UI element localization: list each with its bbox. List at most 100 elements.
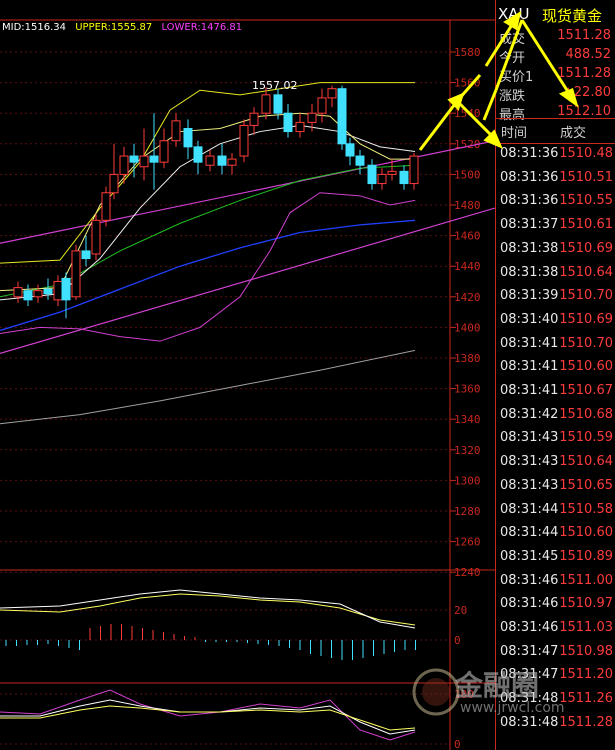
candle-body <box>129 155 139 163</box>
candle-body <box>53 281 63 301</box>
tick-price: 1510.48 <box>559 146 613 161</box>
ticks-header: 时间 成交 <box>496 118 615 144</box>
candle-body <box>337 88 347 145</box>
candle-body <box>183 128 193 148</box>
tick-time: 08:31:37 <box>500 217 559 233</box>
tick-time: 08:31:43 <box>500 430 559 446</box>
y-tick-label: 1420 <box>454 291 481 304</box>
quote-row: 成交 1511.28 <box>496 28 615 47</box>
candle-body <box>13 287 23 298</box>
y-tick-label: 1460 <box>454 230 481 243</box>
tick-time: 08:31:46 <box>500 620 559 635</box>
tick-row: 08:31:41 1510.67 <box>496 380 615 403</box>
kline-chart[interactable]: 1580156015401520150014801460144014201400… <box>0 0 495 750</box>
y-tick-label: 1440 <box>454 260 481 273</box>
y-tick-label: 1400 <box>454 321 481 334</box>
candle-body <box>367 164 377 185</box>
ticks-header-time: 时间 <box>501 126 528 141</box>
tick-row: 08:31:41 1510.60 <box>496 356 615 379</box>
tick-row: 08:31:44 1510.58 <box>496 499 615 522</box>
quote-value: 1511.28 <box>557 28 611 43</box>
ma-short-line <box>0 112 415 292</box>
tick-row: 08:31:38 1510.64 <box>496 262 615 285</box>
quote-value: +22.80 <box>562 85 611 100</box>
candle-body <box>109 173 119 194</box>
candle-body <box>23 290 33 301</box>
tick-row: 08:31:36 1510.55 <box>496 190 615 213</box>
tick-row: 08:31:43 1510.65 <box>496 475 615 498</box>
y-tick-label: 1280 <box>454 505 481 518</box>
tick-row: 08:31:46 1511.00 <box>496 570 615 593</box>
watermark-text: 金融圈 <box>455 669 540 702</box>
quote-row: 今开 488.52 <box>496 47 615 66</box>
candle-body <box>159 140 169 163</box>
y-tick-label: 1340 <box>454 413 481 426</box>
quote-label: 成交 <box>499 32 526 47</box>
candle-body <box>283 112 293 133</box>
candle-body <box>71 250 81 298</box>
y-tick-label: 1260 <box>454 536 481 549</box>
kdj-k-line <box>0 699 416 735</box>
tick-time: 08:31:36 <box>500 169 559 185</box>
symbol-code: XAU <box>498 5 530 23</box>
ma-green-line <box>0 164 416 298</box>
boll-upper-line <box>0 82 415 264</box>
tick-price: 1510.51 <box>559 169 613 185</box>
tick-time: 08:31:36 <box>500 193 559 209</box>
kdj-d-line <box>0 705 416 731</box>
candle-body <box>61 277 71 301</box>
watermark-url: www.jrwcl.com <box>460 700 565 716</box>
quote-row: 涨跌 +22.80 <box>496 85 615 104</box>
y-tick-label: 1380 <box>454 352 481 365</box>
candle-body <box>101 192 111 221</box>
kline-chart-area[interactable]: 1580 1560 1540 1520 1500 1480 1460 1440 1420 1400… <box>0 0 495 750</box>
ma-blue-line <box>0 219 416 332</box>
tick-time: 08:31:38 <box>500 240 559 256</box>
quote-label: 涨跌 <box>499 89 526 104</box>
boll-indicator-readout: MID:1516.34 UPPER:1555.87 LOWER:1476.81 <box>2 22 248 33</box>
tick-price: 1510.59 <box>559 430 613 446</box>
tick-time: 08:31:41 <box>500 335 559 351</box>
tick-time: 08:31:41 <box>500 359 559 375</box>
tick-row: 08:31:42 1510.68 <box>496 404 615 427</box>
tick-time: 08:31:45 <box>500 548 559 564</box>
y-tick-label: 1540 <box>454 107 481 120</box>
tick-time: 08:31:44 <box>500 501 559 517</box>
tick-row: 08:31:46 1510.97 <box>496 593 615 616</box>
tick-price: 1510.89 <box>559 548 613 564</box>
quote-label: 买价1 <box>499 70 534 85</box>
tick-time: 08:31:43 <box>500 477 559 493</box>
candle-body <box>387 170 397 175</box>
tick-price: 1510.64 <box>559 454 613 470</box>
tick-price: 1510.69 <box>559 240 613 256</box>
boll-lower-value: LOWER:1476.81 <box>161 22 243 33</box>
tick-price: 1510.97 <box>559 596 613 612</box>
tick-time: 08:31:46 <box>500 596 559 612</box>
candle-body <box>119 155 129 175</box>
sub1-tick-label: 20 <box>454 604 467 617</box>
y-tick-label: 1360 <box>454 383 481 396</box>
tick-row: 08:31:36 1510.51 <box>496 167 615 190</box>
candle-body <box>81 250 91 260</box>
tick-time: 08:31:47 <box>500 643 559 659</box>
candle-body <box>261 94 271 114</box>
y-tick-label: 1480 <box>454 199 481 212</box>
boll-mid-value: MID:1516.34 <box>2 22 66 33</box>
high-price-label: 1557.02 <box>252 79 298 92</box>
boll-lower-line <box>0 192 416 342</box>
tick-time: 08:31:36 <box>500 146 559 161</box>
y-tick-label: 1560 <box>454 77 481 90</box>
tick-time: 08:31:42 <box>500 406 559 422</box>
candle-body <box>377 173 387 185</box>
candle-body <box>327 88 337 99</box>
ma-long-line <box>0 349 416 425</box>
y-tick-label: 1500 <box>454 168 481 181</box>
tick-price: 1510.98 <box>559 643 613 659</box>
tick-time: 08:31:40 <box>500 311 559 327</box>
quote-value: 488.52 <box>565 47 612 62</box>
tick-row: 08:31:36 1510.48 <box>496 143 615 166</box>
tick-price: 1510.60 <box>559 359 613 375</box>
y-tick-label: 1240 <box>454 566 481 579</box>
tick-time: 08:31:46 <box>500 572 559 588</box>
tick-time: 08:31:43 <box>500 454 559 470</box>
